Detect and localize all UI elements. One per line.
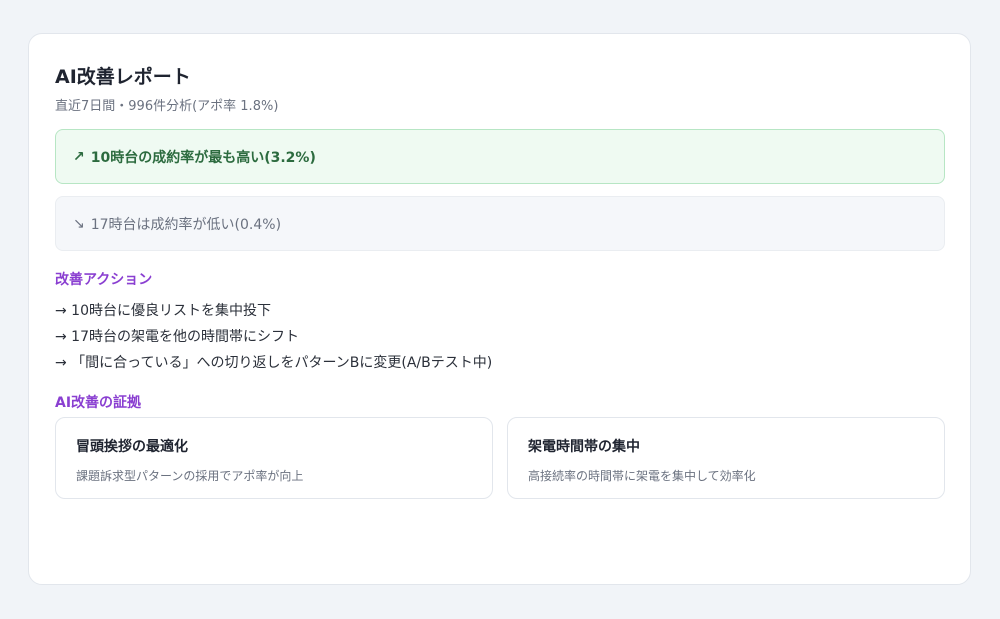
action-item: → 「間に合っている」への切り返しをパターンBに変更(A/Bテスト中) bbox=[55, 355, 493, 371]
ai-report-card: AI改善レポート 直近7日間・996件分析(アポ率 1.8%) ↗ 10時台の成… bbox=[28, 33, 971, 585]
action-list: → 10時台に優良リストを集中投下 → 17時台の架電を他の時間帯にシフト → … bbox=[55, 298, 492, 376]
report-title: AI改善レポート bbox=[55, 66, 191, 88]
insight-positive-text: 10時台の成約率が最も高い(3.2%) bbox=[90, 149, 316, 166]
trend-down-icon: ↘ bbox=[73, 215, 85, 232]
action-item: → 17時台の架電を他の時間帯にシフト bbox=[55, 329, 299, 345]
evidence-title: 冒頭挨拶の最適化 bbox=[76, 439, 188, 455]
insight-negative: ↘ 17時台は成約率が低い(0.4%) bbox=[55, 196, 945, 251]
insight-positive: ↗ 10時台の成約率が最も高い(3.2%) bbox=[55, 129, 945, 184]
evidence-heading: AI改善の証拠 bbox=[55, 395, 142, 411]
insight-negative-text: 17時台は成約率が低い(0.4%) bbox=[90, 216, 282, 233]
report-subtitle: 直近7日間・996件分析(アポ率 1.8%) bbox=[55, 99, 279, 114]
evidence-description: 課題訴求型パターンの採用でアポ率が向上 bbox=[76, 469, 304, 483]
evidence-card: 冒頭挨拶の最適化 課題訴求型パターンの採用でアポ率が向上 bbox=[55, 417, 493, 499]
action-item: → 10時台に優良リストを集中投下 bbox=[55, 303, 271, 319]
trend-up-icon: ↗ bbox=[73, 148, 85, 165]
evidence-card: 架電時間帯の集中 高接続率の時間帯に架電を集中して効率化 bbox=[507, 417, 945, 499]
evidence-description: 高接続率の時間帯に架電を集中して効率化 bbox=[528, 469, 756, 483]
actions-heading: 改善アクション bbox=[55, 272, 153, 288]
evidence-title: 架電時間帯の集中 bbox=[528, 439, 640, 455]
